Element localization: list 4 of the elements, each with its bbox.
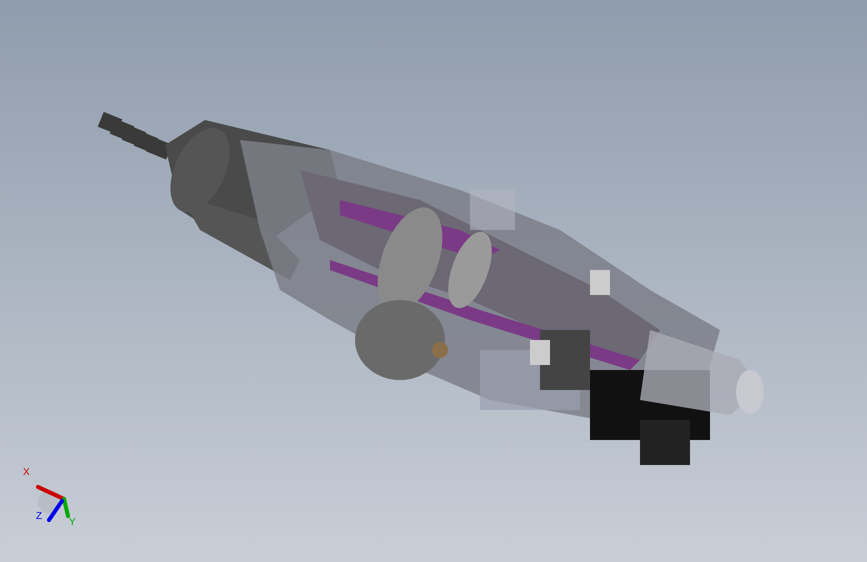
axis-label: X <box>23 468 30 478</box>
axis-label: Z <box>36 512 42 522</box>
sphere-icon <box>38 490 62 514</box>
axis-label: Y <box>69 518 76 528</box>
